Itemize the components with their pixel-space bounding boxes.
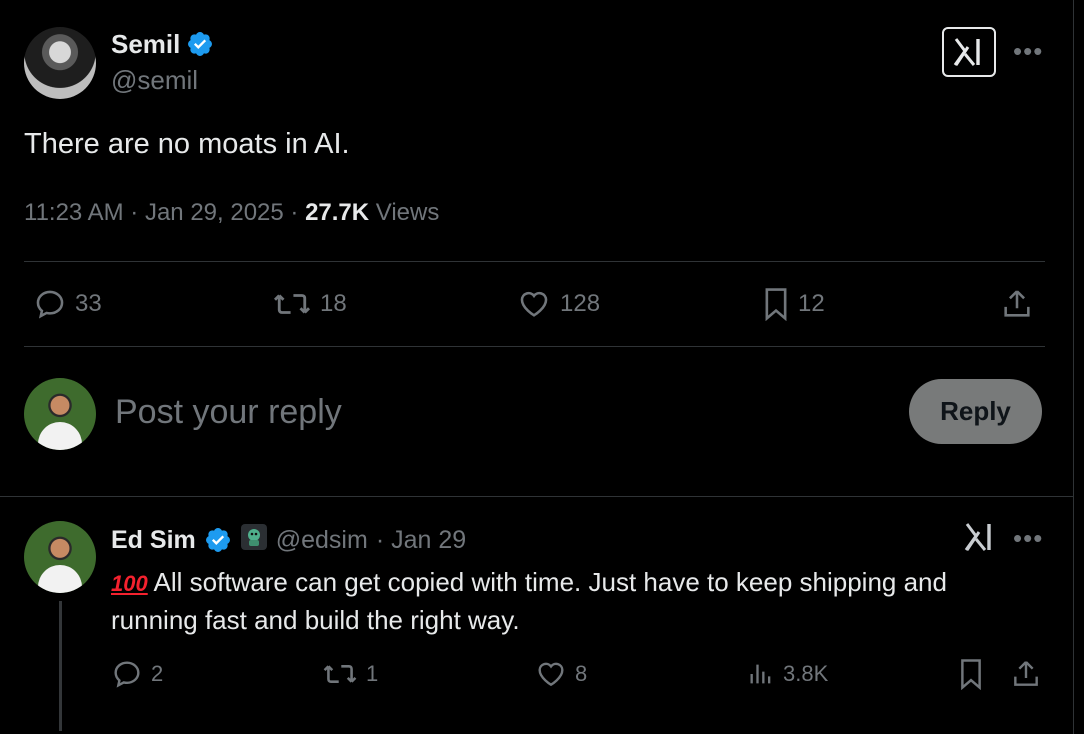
- reply-text-content: All software can get copied with time. J…: [111, 567, 947, 635]
- repost-icon: [322, 658, 358, 690]
- like-action[interactable]: 128: [516, 287, 600, 321]
- reply-date[interactable]: · Jan 29: [376, 525, 466, 555]
- repost-icon: [272, 287, 312, 321]
- reply-author-avatar[interactable]: [24, 521, 96, 593]
- grok-icon[interactable]: [963, 522, 997, 557]
- bookmark-icon: [958, 658, 984, 690]
- tweet-text: There are no moats in AI.: [24, 128, 350, 160]
- reply-share-action[interactable]: [1010, 658, 1042, 690]
- repost-count: 18: [320, 290, 347, 317]
- verified-badge-icon: [186, 30, 214, 58]
- divider-top: [24, 261, 1045, 262]
- reply-repost-count: 1: [366, 661, 379, 686]
- reply-text: 100 All software can get copied with tim…: [111, 564, 1031, 638]
- heart-icon: [516, 287, 552, 321]
- verified-badge-icon: [204, 526, 232, 554]
- views-count: 27.7K: [305, 199, 370, 226]
- bookmark-action[interactable]: 12: [762, 287, 825, 321]
- hundred-points-icon: 100: [111, 571, 148, 596]
- share-icon: [1010, 658, 1042, 690]
- share-action[interactable]: [1000, 287, 1034, 321]
- more-icon[interactable]: •••: [1013, 525, 1043, 551]
- bookmark-icon: [762, 287, 790, 321]
- share-icon: [1000, 287, 1034, 321]
- column-border: [1073, 0, 1074, 734]
- analytics-icon: [747, 658, 775, 690]
- reply-views-count: 3.8K: [783, 661, 829, 686]
- reply-action[interactable]: 33: [33, 287, 102, 321]
- author-handle[interactable]: @semil: [111, 65, 198, 95]
- reply-button[interactable]: Reply: [909, 379, 1042, 444]
- author-name[interactable]: Semil: [111, 29, 180, 59]
- reply-count: 33: [75, 290, 102, 317]
- thread-line: [59, 601, 62, 731]
- like-count: 128: [560, 290, 601, 317]
- reply-input[interactable]: Post your reply: [115, 392, 342, 432]
- reply-views-action[interactable]: 3.8K: [747, 658, 828, 690]
- views-label: Views: [369, 199, 440, 226]
- reply-author-name[interactable]: Ed Sim: [111, 525, 196, 555]
- reply-like-count: 8: [575, 661, 588, 686]
- author-name-row: Semil: [111, 29, 214, 59]
- reply-header: Ed Sim @edsim · Jan 29: [111, 523, 466, 556]
- current-user-avatar[interactable]: [24, 378, 96, 450]
- reply-like-action[interactable]: 8: [535, 658, 587, 690]
- bookmark-count: 12: [798, 290, 825, 317]
- grok-icon[interactable]: [942, 27, 996, 77]
- reply-author-handle[interactable]: @edsim: [276, 525, 368, 555]
- repost-action[interactable]: 18: [272, 287, 347, 321]
- section-divider: [0, 496, 1074, 497]
- tweet-timestamp[interactable]: 11:23 AM · Jan 29, 2025 ·: [24, 199, 305, 226]
- heart-icon: [535, 658, 567, 690]
- reply-reply-action[interactable]: 2: [111, 658, 163, 690]
- reply-icon: [33, 287, 67, 321]
- reply-icon: [111, 658, 143, 690]
- affiliate-badge-icon: [240, 523, 268, 556]
- divider-bottom: [24, 346, 1045, 347]
- tweet-meta: 11:23 AM · Jan 29, 2025 · 27.7K Views: [24, 198, 439, 228]
- reply-bookmark-action[interactable]: [958, 658, 984, 690]
- reply-repost-action[interactable]: 1: [322, 658, 378, 690]
- author-avatar[interactable]: [24, 27, 96, 99]
- more-icon[interactable]: •••: [1013, 38, 1043, 64]
- reply-reply-count: 2: [151, 661, 164, 686]
